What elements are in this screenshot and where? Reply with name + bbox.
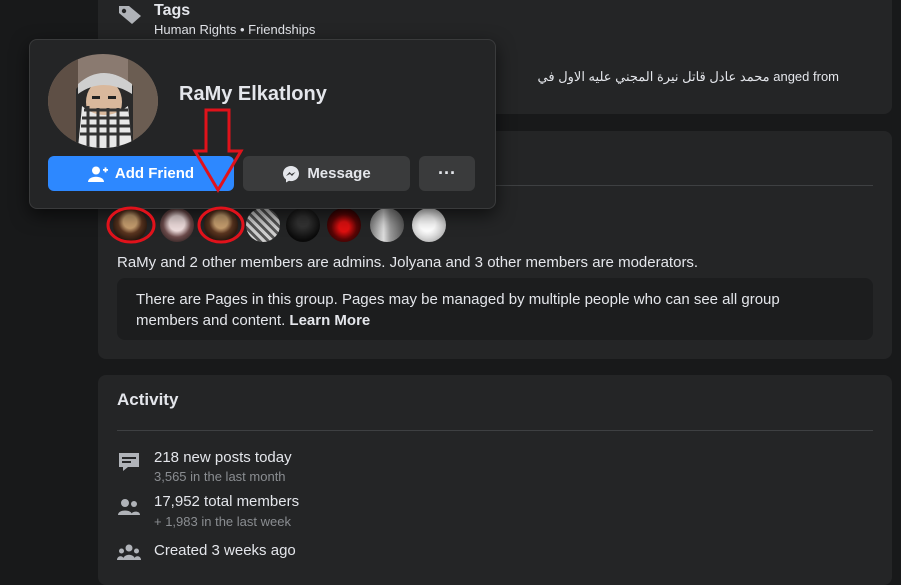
add-friend-icon bbox=[87, 166, 108, 182]
admin-avatar[interactable] bbox=[204, 208, 238, 242]
pages-notice: There are Pages in this group. Pages may… bbox=[136, 289, 836, 331]
moderator-avatar[interactable] bbox=[412, 208, 446, 242]
more-options-button[interactable]: ··· bbox=[419, 156, 475, 191]
group-created-icon bbox=[117, 544, 141, 560]
activity-created: Created 3 weeks ago bbox=[154, 542, 296, 559]
group-description: محمد عادل قاتل نيرة المجني عليه الاول في… bbox=[537, 69, 839, 84]
profile-photo[interactable] bbox=[48, 54, 158, 148]
message-button[interactable]: Message bbox=[243, 156, 410, 191]
add-friend-label: Add Friend bbox=[114, 165, 195, 182]
moderator-avatar[interactable] bbox=[286, 208, 320, 242]
messenger-icon bbox=[283, 165, 300, 182]
pages-notice-text: There are Pages in this group. Pages may… bbox=[136, 291, 780, 329]
tag-icon bbox=[119, 6, 141, 24]
admins-summary: RaMy and 2 other members are admins. Jol… bbox=[117, 254, 699, 271]
profile-photo-image bbox=[48, 54, 158, 148]
more-icon: ··· bbox=[438, 163, 456, 183]
activity-posts-sub: 3,565 in the last month bbox=[154, 469, 286, 484]
tags-title: Tags bbox=[154, 2, 191, 19]
add-friend-button[interactable]: Add Friend bbox=[48, 156, 234, 191]
posts-icon bbox=[119, 453, 139, 471]
activity-title: Activity bbox=[117, 390, 179, 409]
message-label: Message bbox=[307, 165, 371, 182]
moderator-avatar[interactable] bbox=[370, 208, 404, 242]
moderator-avatar[interactable] bbox=[246, 208, 280, 242]
activity-posts: 218 new posts today bbox=[154, 449, 292, 466]
learn-more-link[interactable]: Learn More bbox=[289, 312, 370, 329]
admin-avatar[interactable] bbox=[113, 208, 147, 242]
members-icon bbox=[118, 499, 140, 515]
divider bbox=[117, 430, 873, 431]
activity-members-sub: + 1,983 in the last week bbox=[154, 514, 291, 529]
tags-list[interactable]: Human Rights • Friendships bbox=[154, 22, 315, 37]
moderator-avatar[interactable] bbox=[327, 208, 361, 242]
admin-avatar[interactable] bbox=[160, 208, 194, 242]
profile-name[interactable]: RaMy Elkatlony bbox=[179, 83, 327, 106]
activity-members: 17,952 total members bbox=[154, 493, 300, 510]
